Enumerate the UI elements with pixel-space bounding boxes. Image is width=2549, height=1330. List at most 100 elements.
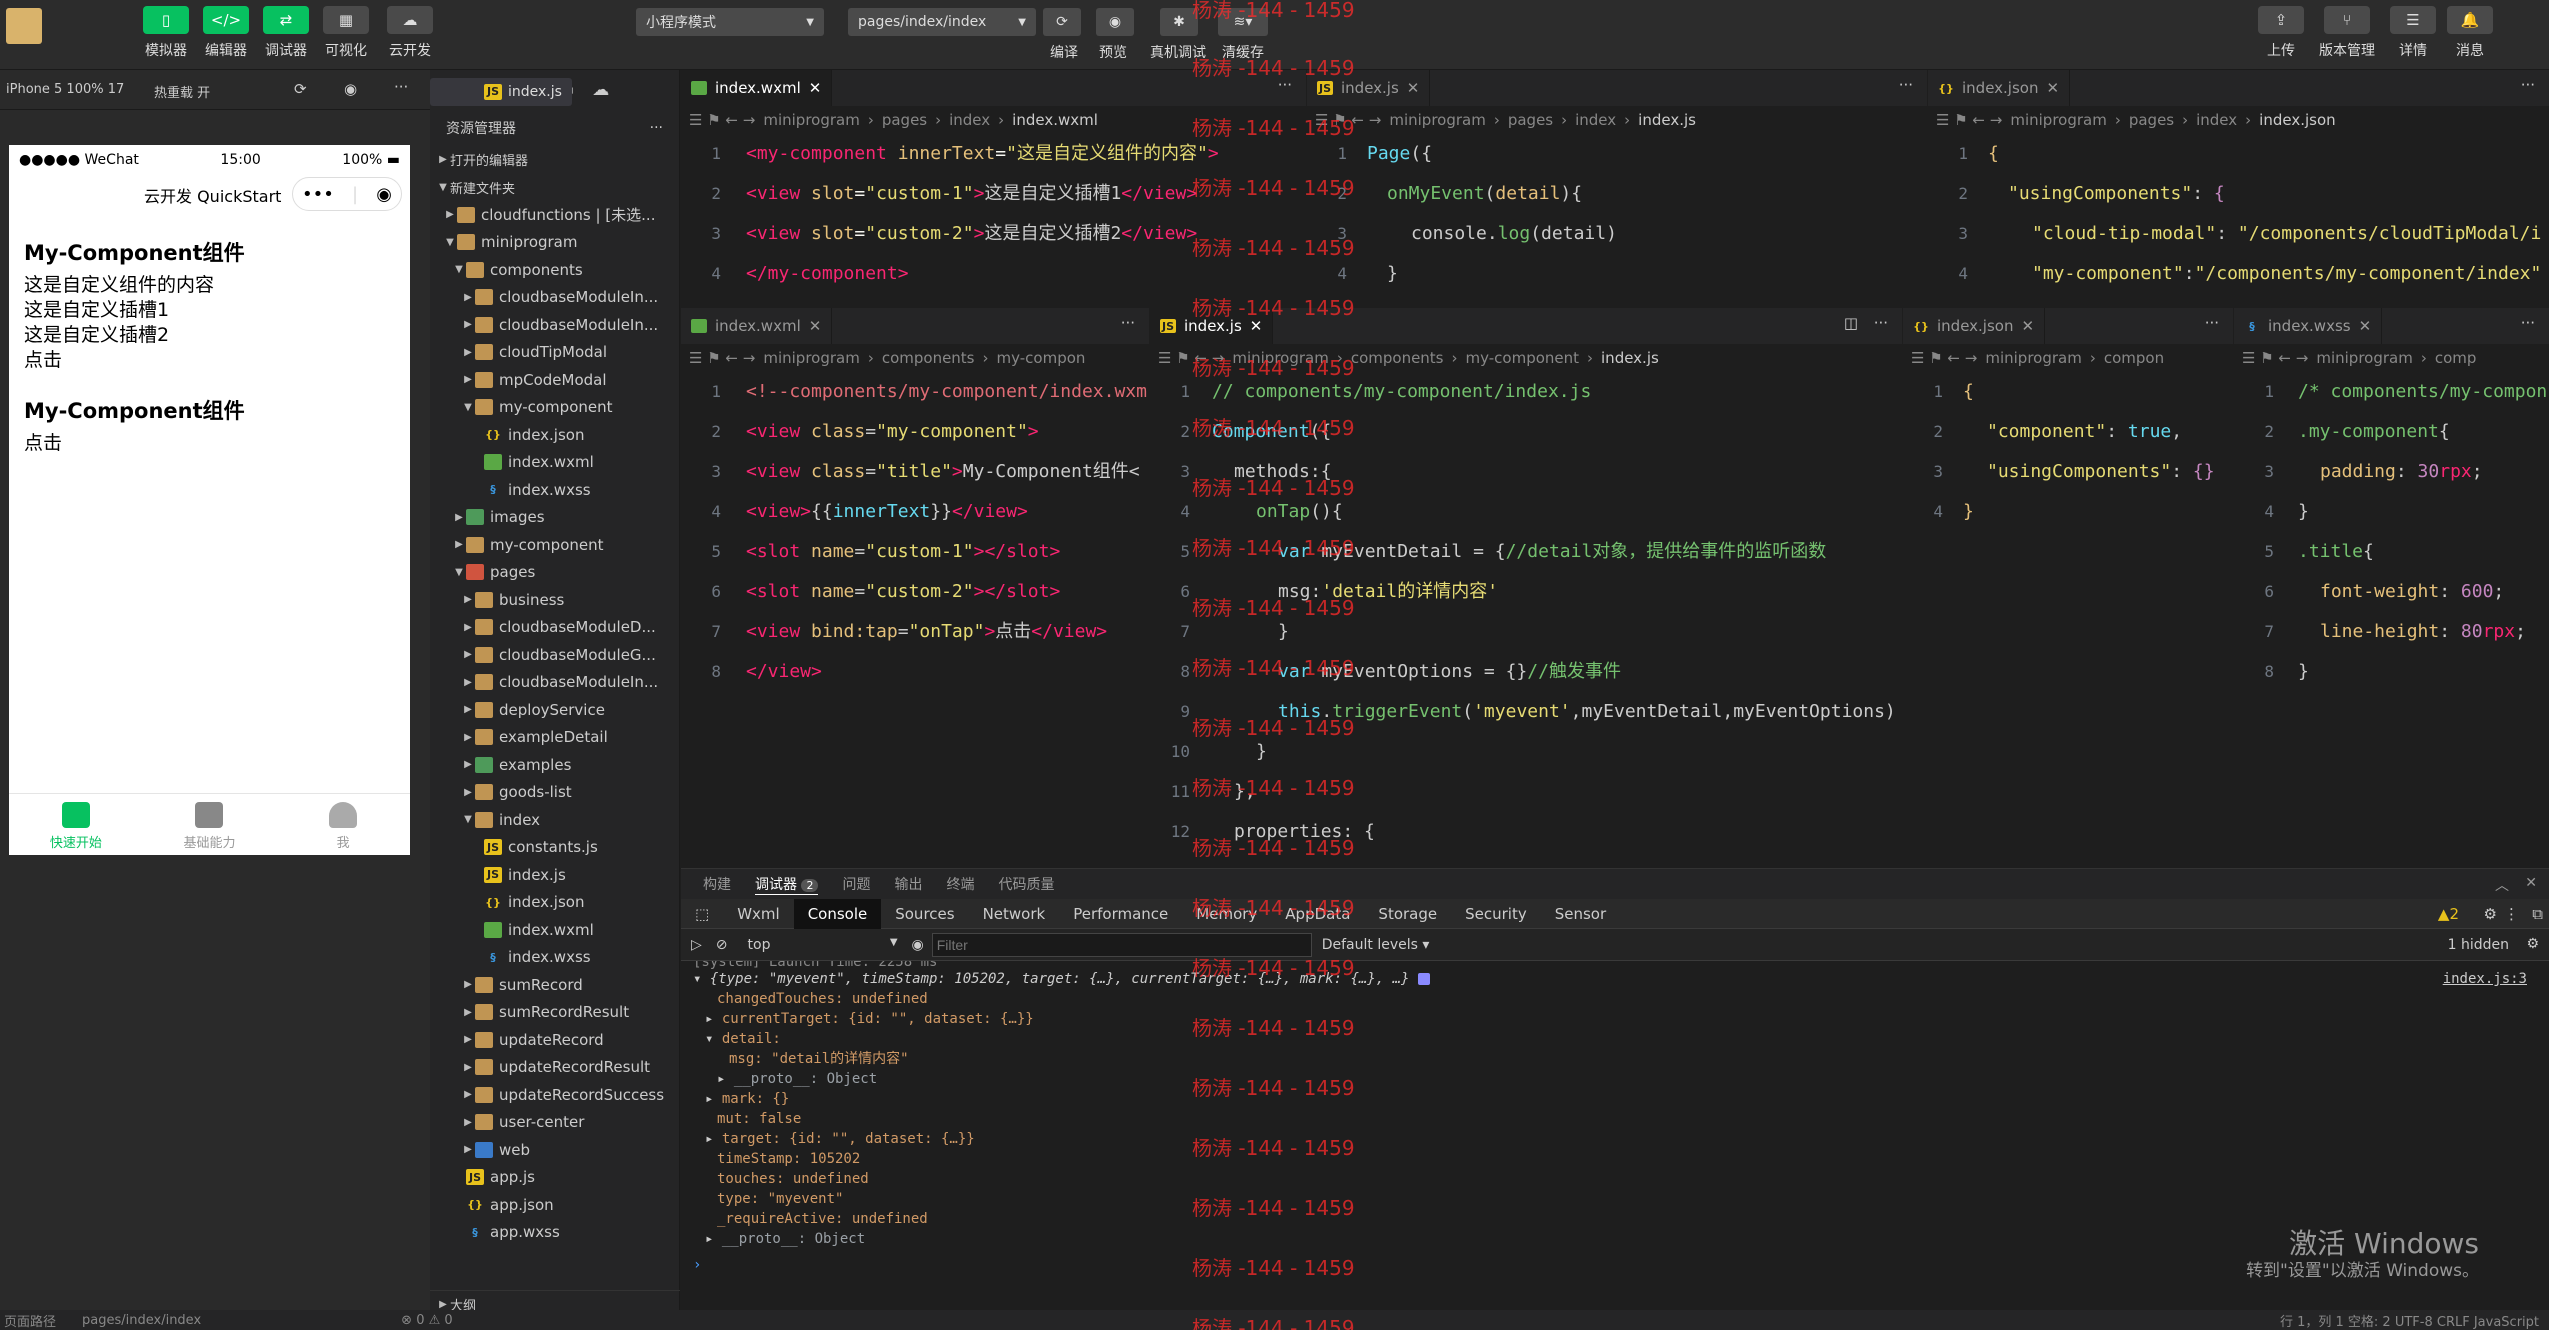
tree-item[interactable]: ▼ index [430,806,679,834]
simulator-button[interactable]: ▯ 模拟器 [136,6,196,60]
tab-network[interactable]: Network [969,899,1060,929]
cloud-button[interactable]: ☁ 云开发 [380,6,440,60]
dock-icon[interactable]: ⧉ [2532,905,2543,923]
tab-problems[interactable]: 问题 [842,874,870,894]
user-avatar[interactable] [6,8,42,44]
tap-text[interactable]: 点击 [24,348,395,373]
page-select[interactable]: pages/index/index ▼ [848,8,1036,36]
tree-item[interactable]: {} index.json [430,889,679,917]
tree-item[interactable]: ▶ goods-list [430,779,679,807]
open-editors-section[interactable]: ▶ 打开的编辑器 [430,146,679,174]
tree-item[interactable]: ▶ cloudfunctions | [未选... [430,201,679,229]
expand-row[interactable]: ▸ __proto__: Object [693,1069,2549,1089]
page-path-value[interactable]: pages/index/index [82,1313,201,1328]
editor-button[interactable]: </> 编辑器 [196,6,256,60]
tab-terminal[interactable]: 终端 [946,874,974,894]
more-icon[interactable]: ··· [2521,314,2535,332]
close-icon[interactable]: ✕ [2046,79,2059,97]
tree-item[interactable]: ▶ exampleDetail [430,724,679,752]
close-icon[interactable]: ✕ [809,317,822,335]
close-icon[interactable]: ✕ [2525,875,2537,891]
stop-icon[interactable]: ◉ [344,80,357,98]
sidebar-toggle-icon[interactable]: ▷ [691,937,702,953]
tab-quickstart[interactable]: 快速开始 [16,794,136,855]
context-select[interactable]: top ▼ [748,937,898,953]
close-icon[interactable]: ✕ [809,79,822,97]
eye-icon[interactable]: ◉ [912,937,924,953]
upload-button[interactable]: ⇪ 上传 [2251,6,2311,60]
tree-item[interactable]: ▶ business [430,586,679,614]
levels-select[interactable]: Default levels ▾ [1322,937,1430,953]
version-button[interactable]: ⑂ 版本管理 [2317,6,2377,60]
tap-text[interactable]: 点击 [24,431,395,456]
tab-build[interactable]: 构建 [703,874,731,894]
expand-row[interactable]: ▸ currentTarget: {id: "", dataset: {…}} [693,1009,2549,1029]
tree-item[interactable]: ▶ images [430,504,679,532]
tab-storage[interactable]: Storage [1364,899,1451,929]
tree-item[interactable]: ▶ sumRecord [430,971,679,999]
tree-item[interactable]: ▶ cloudbaseModuleIn... [430,311,679,339]
hot-reload-select[interactable]: 热重载 开 [154,82,210,101]
tree-item[interactable]: ▼ pages [430,559,679,587]
close-circle-icon[interactable]: ◉ [376,184,392,205]
gear-icon[interactable]: ⚙ [2526,936,2539,952]
tree-item[interactable]: ▶ my-component [430,531,679,559]
tree-item[interactable]: ▶ cloudbaseModuleIn... [430,669,679,697]
preview-button[interactable]: ◉ [1096,8,1134,36]
editor-tab[interactable]: {} index.json ✕ [1903,308,2046,344]
inspect-icon[interactable]: ⬚ [681,899,723,929]
expand-row[interactable]: ▸ mark: {} [693,1089,2549,1109]
tree-item[interactable]: JS constants.js [430,834,679,862]
more-icon[interactable]: ··· [1874,314,1888,332]
editor-tab[interactable]: {} index.json ✕ [1928,70,2071,106]
tab-code-quality[interactable]: 代码质量 [998,874,1054,894]
split-icon[interactable]: ◫ [1844,314,1858,332]
visual-button[interactable]: ▦ 可视化 [316,6,376,60]
workspace-section[interactable]: ▼ 新建文件夹 [430,174,679,202]
rotate-icon[interactable]: ⟳ [294,80,307,98]
more-icon[interactable]: ··· [2521,76,2535,94]
tree-item[interactable]: § index.wxss [430,476,679,504]
source-link[interactable]: index.js:3 [2443,969,2527,989]
mode-select[interactable]: 小程序模式 ▼ [636,8,824,36]
close-icon[interactable]: ✕ [1407,79,1420,97]
tab-security[interactable]: Security [1451,899,1541,929]
kebab-icon[interactable]: ⋮ [2504,905,2519,923]
tab-console[interactable]: Console [793,898,882,929]
tree-item[interactable]: § index.wxss [430,944,679,972]
more-icon[interactable]: ··· [1899,76,1913,94]
tree-item[interactable]: ▶ cloudbaseModuleIn... [430,284,679,312]
expand-row[interactable]: ▾ detail: [693,1029,2549,1049]
messages-button[interactable]: 🔔 消息 [2440,6,2500,60]
warning-count[interactable]: ▲2 [2438,905,2459,923]
tree-item[interactable]: ▶ updateRecord [430,1026,679,1054]
tree-item[interactable]: ▶ sumRecordResult [430,999,679,1027]
clear-icon[interactable]: ⊘ [716,937,728,953]
tree-item[interactable]: JS index.js [430,78,572,106]
cloud-icon[interactable]: ☁ [592,80,609,100]
editor-tab[interactable]: index.wxml ✕ [681,308,833,344]
tree-item[interactable]: ▶ cloudbaseModuleG... [430,641,679,669]
close-icon[interactable]: ✕ [2359,317,2372,335]
editor-tab[interactable]: § index.wxss ✕ [2234,308,2383,344]
log-object-row[interactable]: ▾ {type: "myevent", timeStamp: 105202, t… [693,969,2549,989]
dots-icon[interactable]: ••• [302,184,334,205]
tab-wxml[interactable]: Wxml [723,899,794,929]
problems-count[interactable]: ⊗ 0 ⚠ 0 [401,1313,453,1328]
debugger-button[interactable]: ⇄ 调试器 [256,6,316,60]
tree-item[interactable]: ▶ examples [430,751,679,779]
device-select[interactable]: iPhone 5 100% 17 [6,82,124,97]
tree-item[interactable]: ▶ web [430,1136,679,1164]
tree-item[interactable]: ▶ deployService [430,696,679,724]
tree-item[interactable]: ▶ cloudbaseModuleD... [430,614,679,642]
details-button[interactable]: ☰ 详情 [2383,6,2443,60]
close-icon[interactable]: ✕ [2021,317,2034,335]
tab-me[interactable]: 我 [283,794,403,855]
more-icon[interactable]: ··· [394,78,408,96]
tree-item[interactable]: ▼ components [430,256,679,284]
gear-icon[interactable]: ⚙ [2484,905,2497,923]
capsule-button[interactable]: ••• | ◉ [292,177,402,211]
tab-debugger[interactable]: 调试器 2 [755,874,819,895]
chevron-up-icon[interactable]: ︿ [2495,875,2509,895]
more-icon[interactable]: ··· [650,120,663,136]
